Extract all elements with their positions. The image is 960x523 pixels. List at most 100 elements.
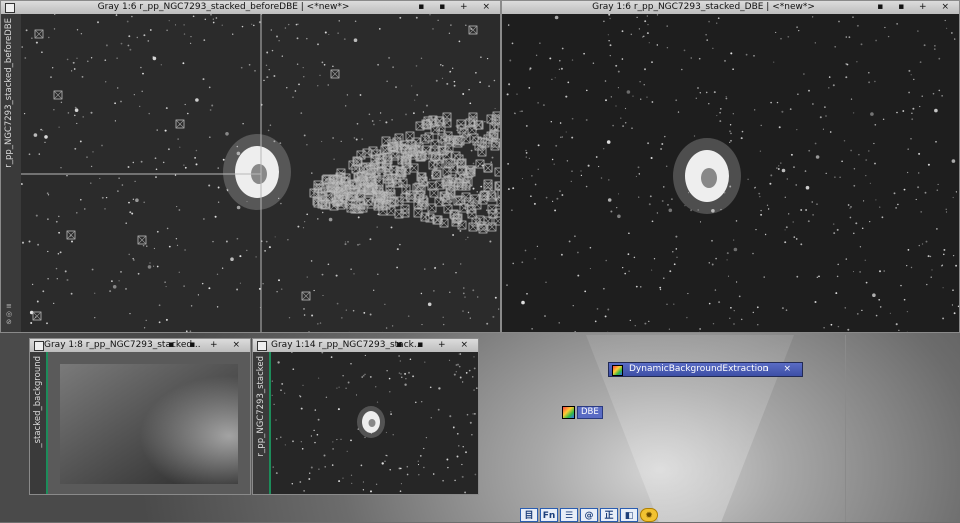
star	[131, 213, 133, 215]
star	[509, 60, 511, 62]
star	[176, 238, 177, 239]
at-icon[interactable]: @	[580, 508, 598, 522]
star	[350, 269, 351, 270]
window-titlebar[interactable]: Gray 1:14 r_pp_NGC7293_stack... ▪ ▪ + ×	[253, 339, 478, 352]
star	[848, 204, 850, 206]
dbe-process-icon[interactable]: DBE	[562, 406, 603, 419]
window-menu-icon[interactable]	[257, 341, 267, 351]
image-window-dbe[interactable]: Gray 1:6 r_pp_NGC7293_stacked_DBE | <*ne…	[501, 0, 960, 333]
process-window-dbe[interactable]: DynamicBackgroundExtraction ▫ ×	[608, 362, 803, 377]
astro-image-before[interactable]	[21, 14, 500, 332]
window-icon[interactable]: ◧	[620, 508, 638, 522]
script-icon[interactable]: 正	[600, 508, 618, 522]
star	[913, 79, 914, 80]
list-icon[interactable]: ☰	[560, 508, 578, 522]
gear-icon[interactable]: ✹	[640, 508, 658, 522]
explorer-icon[interactable]: 目	[520, 508, 538, 522]
star	[837, 264, 839, 266]
star	[218, 187, 220, 189]
star	[691, 57, 692, 58]
star	[551, 121, 552, 122]
star	[469, 102, 471, 104]
star	[954, 38, 955, 39]
star	[526, 293, 528, 295]
star	[566, 131, 567, 132]
star	[952, 159, 956, 163]
star	[846, 258, 847, 259]
star	[183, 165, 184, 166]
view-tool-icons[interactable]: ≡◎⊘	[6, 302, 12, 326]
star	[147, 40, 149, 42]
star	[953, 197, 954, 198]
star	[75, 107, 77, 109]
view-side-tab[interactable]: _stacked_background	[30, 352, 48, 494]
image-view-small[interactable]	[271, 352, 478, 494]
star	[870, 183, 871, 184]
astro-image-dbe[interactable]	[502, 14, 959, 332]
window-titlebar[interactable]: Gray 1:6 r_pp_NGC7293_stacked_beforeDBE …	[1, 1, 500, 14]
image-view-background[interactable]	[48, 352, 250, 494]
star	[674, 263, 676, 265]
star	[473, 356, 474, 357]
star	[727, 252, 729, 254]
astro-image-small[interactable]	[271, 352, 478, 494]
star	[857, 313, 859, 315]
function-icon[interactable]: Fn	[540, 508, 558, 522]
star	[796, 26, 798, 28]
star	[847, 329, 849, 331]
star	[29, 241, 31, 243]
star	[195, 98, 199, 102]
window-menu-icon[interactable]	[34, 341, 44, 351]
view-side-tab[interactable]: r_pp_NGC7293_stacked	[253, 352, 271, 494]
background-model-image[interactable]	[48, 352, 250, 494]
star	[699, 58, 701, 60]
star	[706, 39, 708, 41]
star	[411, 85, 412, 86]
star	[297, 23, 299, 25]
star	[459, 41, 461, 43]
star	[796, 238, 798, 240]
view-side-tab[interactable]: r_pp_NGC7293_stacked_beforeDBE ≡◎⊘	[1, 14, 23, 332]
image-view-dbe[interactable]	[502, 14, 959, 332]
star	[190, 330, 192, 332]
star	[106, 197, 107, 198]
star	[562, 48, 564, 50]
star	[53, 303, 54, 304]
star	[598, 166, 599, 167]
star	[706, 92, 708, 94]
star	[217, 306, 218, 307]
star	[351, 475, 352, 476]
star	[849, 208, 850, 209]
image-window-small[interactable]: Gray 1:14 r_pp_NGC7293_stack... ▪ ▪ + × …	[252, 338, 479, 495]
star	[111, 280, 113, 282]
star	[780, 38, 782, 40]
window-titlebar[interactable]: Gray 1:8 r_pp_NGC7293_stacked... ▪ ▪ + ×	[30, 339, 250, 352]
window-controls[interactable]: ▪ ▪ + ×	[396, 339, 474, 352]
star	[459, 366, 461, 368]
star	[934, 45, 935, 46]
star	[278, 40, 279, 41]
star	[562, 136, 563, 137]
star	[101, 145, 103, 147]
window-controls[interactable]: ▪ ▪ + ×	[168, 339, 246, 352]
process-window-controls[interactable]: ▫ ×	[762, 363, 797, 376]
star	[299, 481, 301, 483]
star	[58, 253, 60, 255]
star	[324, 64, 326, 66]
star	[719, 112, 721, 114]
window-controls[interactable]: ▪ ▪ + ×	[877, 1, 955, 14]
star	[884, 27, 885, 28]
window-titlebar[interactable]: Gray 1:6 r_pp_NGC7293_stacked_DBE | <*ne…	[502, 1, 959, 14]
image-window-background[interactable]: Gray 1:8 r_pp_NGC7293_stacked... ▪ ▪ + ×…	[29, 338, 251, 495]
star	[462, 381, 463, 382]
image-window-before-dbe[interactable]: Gray 1:6 r_pp_NGC7293_stacked_beforeDBE …	[0, 0, 501, 333]
window-controls[interactable]: ▪ ▪ + ×	[418, 1, 496, 14]
star	[418, 461, 419, 462]
star	[286, 87, 287, 88]
star	[926, 284, 927, 285]
star	[858, 154, 859, 155]
image-view-before[interactable]	[21, 14, 500, 332]
star	[664, 136, 665, 137]
star	[443, 324, 444, 325]
star	[348, 382, 350, 384]
